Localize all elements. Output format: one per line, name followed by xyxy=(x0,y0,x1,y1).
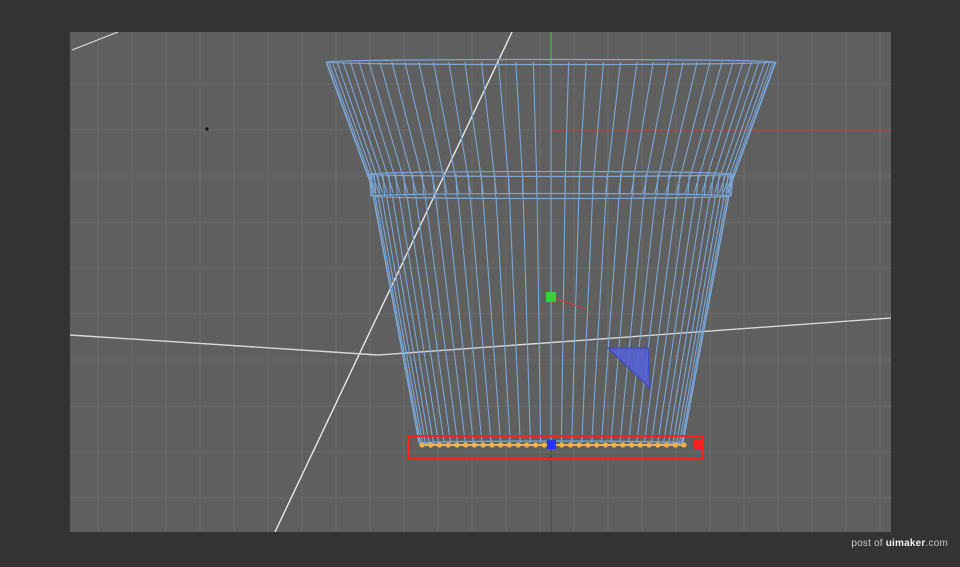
pot-wireframe[interactable] xyxy=(325,58,777,446)
guide-line-top-left xyxy=(71,32,119,51)
pot-ledge-edge xyxy=(632,173,635,197)
selected-point xyxy=(428,442,434,448)
selected-point xyxy=(541,442,547,448)
selected-point xyxy=(532,442,539,448)
gizmo-x-handle xyxy=(694,440,702,449)
pot-rim-edge xyxy=(515,61,524,194)
pot-ledge-edge xyxy=(432,173,435,197)
pot-ledge-edge xyxy=(455,173,458,197)
selected-point xyxy=(629,442,635,448)
selected-point xyxy=(559,442,565,448)
pot-ledge-edge xyxy=(494,173,496,197)
pot-rim-edge xyxy=(432,61,460,194)
pot-rim-edge xyxy=(532,61,538,194)
gizmo-plane-handle xyxy=(606,347,651,390)
selected-point xyxy=(454,442,460,448)
scene-point xyxy=(205,127,209,131)
watermark-brand: uimaker xyxy=(885,538,926,549)
selected-point xyxy=(655,442,661,448)
selected-point xyxy=(620,442,626,448)
pot-ledge-edge xyxy=(606,173,608,197)
watermark-suffix: .com xyxy=(925,538,948,549)
pot-ledge-edge xyxy=(443,173,446,197)
pot-rim-edge xyxy=(326,61,376,194)
selected-point xyxy=(445,442,451,448)
3d-viewport[interactable] xyxy=(70,32,891,532)
pot-rim-edge xyxy=(564,61,570,194)
app-frame: post of uimaker.com xyxy=(0,0,960,567)
gizmo-x-axis-line xyxy=(550,296,587,310)
pot-ledge-edge xyxy=(467,173,470,197)
gizmo-y-handle xyxy=(546,292,556,302)
gizmo-z-handle xyxy=(547,440,556,449)
selected-point xyxy=(489,442,495,448)
selected-point xyxy=(594,442,600,448)
pot-ledge-edge xyxy=(677,173,681,197)
selected-point xyxy=(681,442,687,448)
world-axes xyxy=(70,32,891,532)
selected-point xyxy=(436,442,443,448)
viewport-scene[interactable] xyxy=(70,32,891,532)
selected-point xyxy=(524,442,530,448)
pot-ledge-edge xyxy=(480,173,483,197)
pot-rim-edge xyxy=(578,61,587,194)
pot-ledge-edge xyxy=(687,173,690,197)
pot-ledge-edge xyxy=(412,173,415,197)
selected-point xyxy=(567,442,574,448)
selected-point xyxy=(515,442,521,448)
selected-point xyxy=(602,442,609,448)
pot-rim-edge xyxy=(418,61,448,194)
selected-point xyxy=(471,442,477,448)
pot-ledge-edge xyxy=(667,173,670,197)
watermark-prefix: post of xyxy=(851,538,883,549)
selected-point xyxy=(480,442,486,448)
pot-ledge-edge xyxy=(619,173,622,197)
selected-point xyxy=(506,442,512,448)
selected-point xyxy=(672,442,678,448)
selected-point xyxy=(463,442,469,448)
pot-rim-edge xyxy=(654,61,684,194)
pot-rim-edge xyxy=(642,61,670,194)
selected-point xyxy=(585,442,591,448)
selected-point xyxy=(611,442,617,448)
guide-line-horizon-left xyxy=(70,334,379,356)
selected-point xyxy=(576,442,582,448)
pot-ledge-edge xyxy=(421,173,425,197)
selected-point xyxy=(498,442,504,448)
selected-point xyxy=(419,442,425,448)
pot-ledge-edge xyxy=(656,173,659,197)
selected-point xyxy=(637,442,643,448)
pot-ledge-edge xyxy=(644,173,647,197)
pot-rim-edge xyxy=(497,61,511,194)
selected-point xyxy=(646,442,652,448)
floor-grid xyxy=(70,32,891,532)
pot-rim-edge xyxy=(725,61,774,194)
watermark: post of uimaker.com xyxy=(851,538,948,549)
pot-rim-edge xyxy=(591,61,605,194)
selected-point xyxy=(663,442,670,448)
